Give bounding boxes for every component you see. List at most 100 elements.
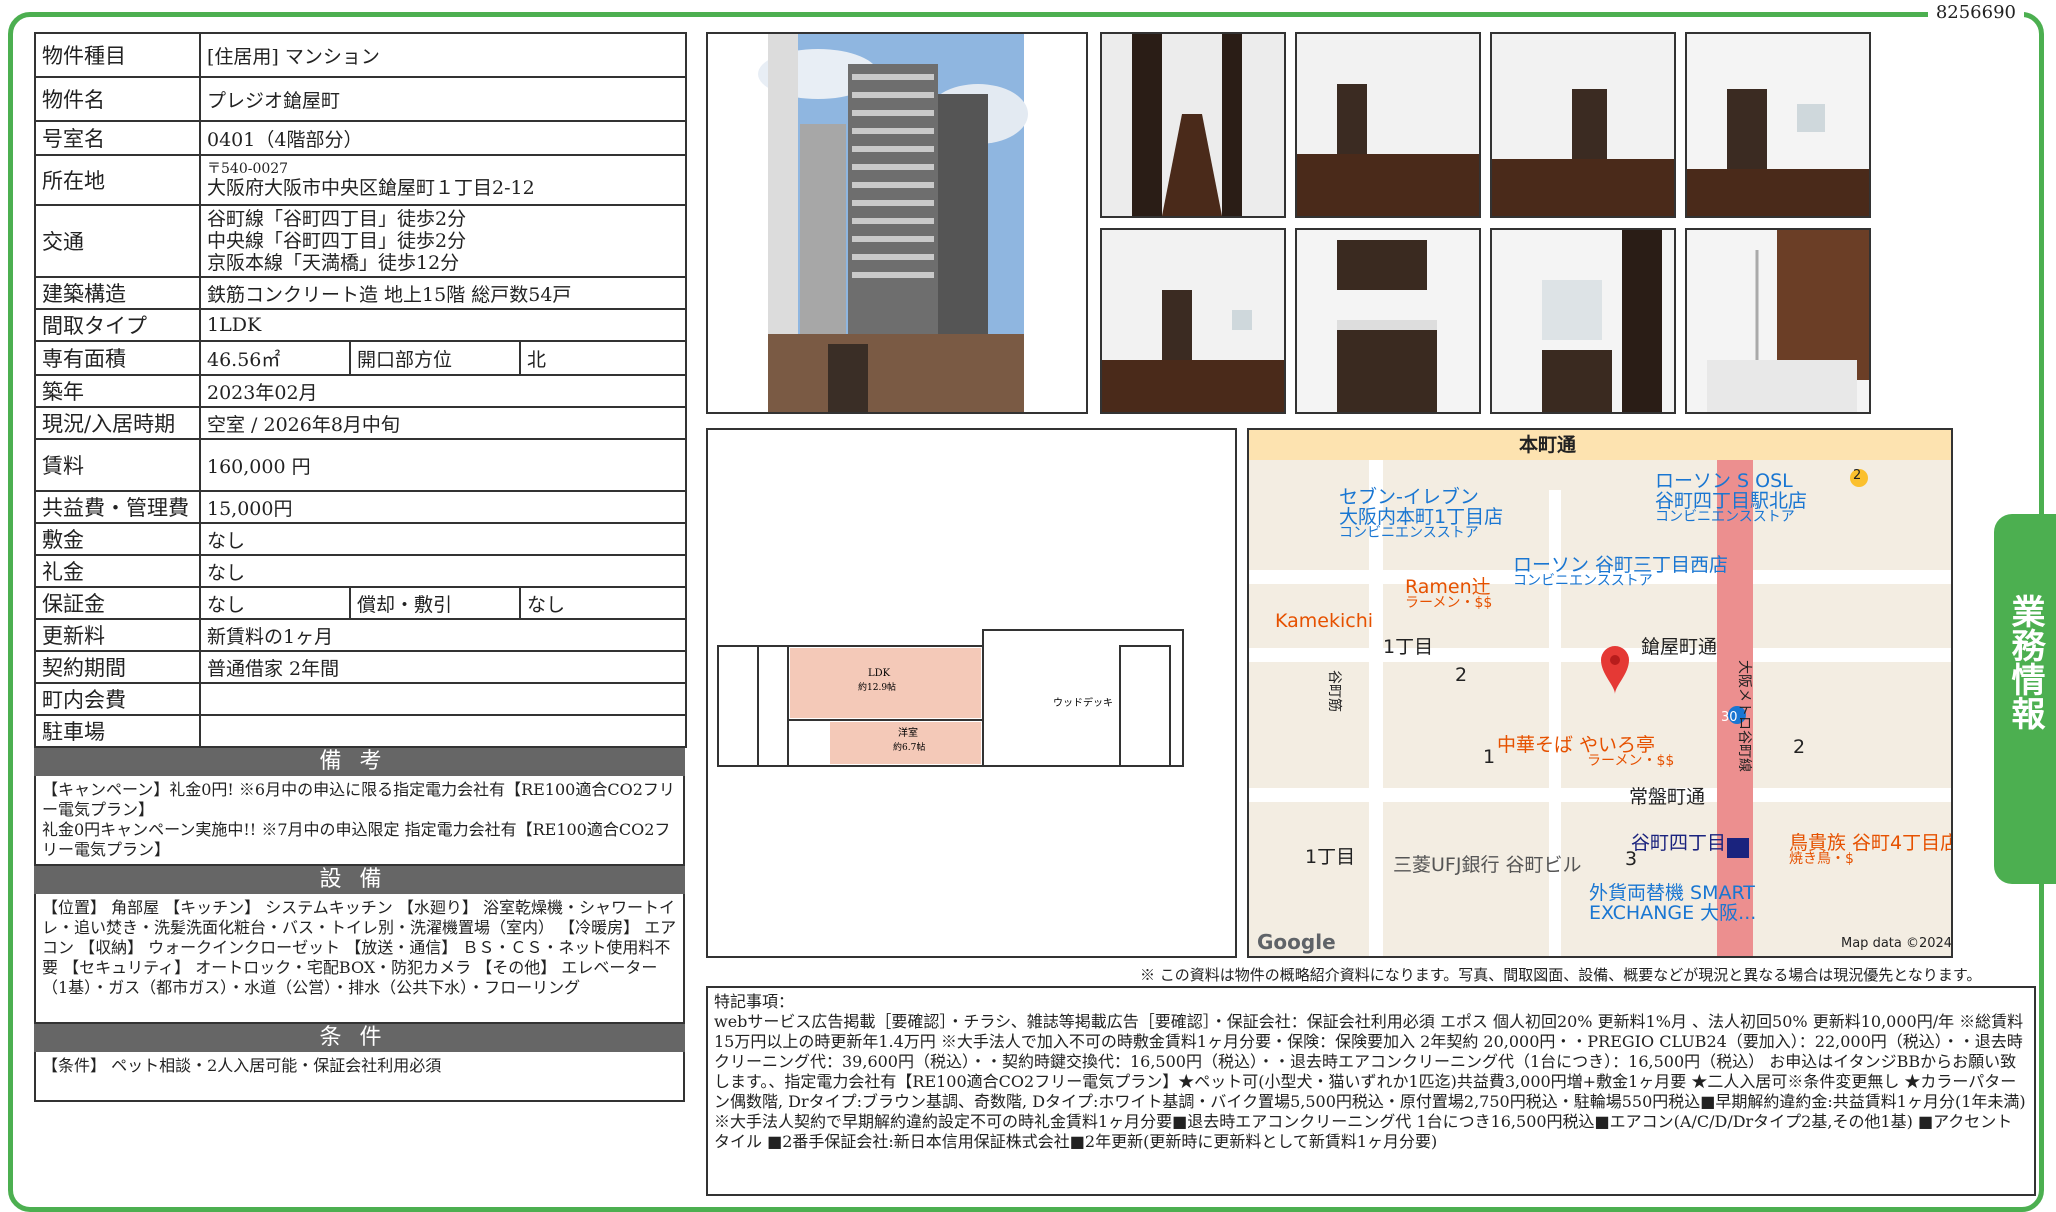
- remarks-heading: 備考: [34, 748, 685, 776]
- area-value: 46.56㎡: [199, 340, 351, 376]
- map-poi-torikizoku2: 焼き鳥・$: [1789, 851, 1854, 867]
- deposit-value: なし: [198, 522, 688, 556]
- direction-value: 北: [518, 340, 688, 376]
- renewal-label: 更新料: [34, 618, 201, 652]
- interior-photo: [1100, 32, 1286, 218]
- washroom-photo: [1490, 228, 1676, 414]
- structure-value: 鉄筋コンクリート造 地上15階 総戸数54戸: [198, 276, 688, 310]
- bathroom-photo: [1685, 228, 1871, 414]
- spec-panel: 物件種目 [住居用] マンション 物件名 プレジオ鎗屋町 号室名 0401（4階…: [34, 32, 688, 1102]
- map-label-block1: 1: [1483, 746, 1496, 768]
- floor-ldk-size: 約12.9帖: [858, 681, 896, 693]
- map-poi-seven3: コンビニエンスストア: [1339, 525, 1479, 541]
- map-google-logo: Google: [1257, 930, 1336, 954]
- rent-value: 160,000 円: [198, 438, 688, 492]
- map-label-block3: 3: [1625, 848, 1638, 870]
- equipment-heading: 設備: [34, 866, 685, 894]
- fee-label: 共益費・管理費: [34, 490, 201, 524]
- remarks-line: 礼金0円キャンペーン実施中!! ※7月中の申込限定 指定電力会社有【RE100適…: [42, 820, 671, 859]
- kitchen-photo: [1295, 228, 1481, 414]
- conditions-body: 【条件】 ペット相談・2人入居可能・保証会社利用必須: [34, 1052, 685, 1102]
- map-label-yariya: 鎗屋町通: [1641, 636, 1718, 658]
- special-notes-text: webサービス広告掲載［要確認］・チラシ、雑誌等掲載広告［要確認］・保証会社：保…: [714, 1012, 2026, 1151]
- fee-value: 15,000円: [198, 490, 688, 524]
- amort-label: 償却・敷引: [349, 586, 521, 620]
- renewal-value: 新賃料の1ヶ月: [198, 618, 688, 652]
- parking-value: [198, 714, 688, 748]
- special-notes: 特記事項： webサービス広告掲載［要確認］・チラシ、雑誌等掲載広告［要確認］・…: [706, 986, 2036, 1196]
- map-poi-kamekichi: Kamekichi: [1275, 610, 1374, 632]
- keymoney-label: 礼金: [34, 554, 201, 588]
- business-info-tab[interactable]: 業務情報: [1994, 514, 2056, 884]
- address-zip: 〒540-0027: [207, 161, 289, 177]
- map-route-2: 2: [1853, 468, 1862, 483]
- floor-deck-label: ウッドデッキ: [1053, 696, 1113, 709]
- map-poi-lawson1c: コンビニエンスストア: [1655, 509, 1795, 525]
- document-id: 8256690: [1927, 2, 2024, 23]
- built-value: 2023年02月: [198, 374, 688, 408]
- name-value: プレジオ鎗屋町: [198, 76, 688, 122]
- name-label: 物件名: [34, 76, 201, 122]
- guarantee-label: 保証金: [34, 586, 201, 620]
- spec-table: 物件種目 [住居用] マンション 物件名 プレジオ鎗屋町 号室名 0401（4階…: [34, 32, 688, 748]
- access-line: 中央線「谷町四丁目」徒歩2分: [207, 230, 467, 252]
- map-street-vertical: 大阪メトロ谷町線: [1736, 660, 1752, 772]
- status-label: 現況/入居時期: [34, 406, 201, 440]
- type-label: 物件種目: [34, 32, 201, 78]
- building-photo: [706, 32, 1088, 414]
- map-poi-lawson2b: コンビニエンスストア: [1513, 573, 1653, 589]
- room-value: 0401（4階部分）: [198, 120, 688, 156]
- floor-plan: LDK 約12.9帖 洋室 約6.7帖 ウッドデッキ: [706, 428, 1237, 958]
- map-poi-ramen2: ラーメン・$$: [1405, 595, 1493, 611]
- remarks-line: 【キャンペーン】礼金0円! ※6月中の申込に限る指定電力会社有【RE100適合C…: [42, 780, 675, 819]
- community-label: 町内会費: [34, 682, 201, 716]
- interior-photo: [1295, 32, 1481, 218]
- rent-label: 賃料: [34, 438, 201, 492]
- access-line: 谷町線「谷町四丁目」徒歩2分: [207, 208, 467, 230]
- interior-photo: [1490, 32, 1676, 218]
- map-street-top: 本町通: [1519, 434, 1577, 456]
- map-label-chome1: 1丁目: [1383, 636, 1434, 658]
- area-label: 専有面積: [34, 340, 201, 376]
- address-label: 所在地: [34, 154, 201, 206]
- floor-western-label: 洋室: [898, 726, 918, 739]
- parking-label: 駐車場: [34, 714, 201, 748]
- keymoney-value: なし: [198, 554, 688, 588]
- built-label: 築年: [34, 374, 201, 408]
- map-poi-exchange2: EXCHANGE 大阪...: [1589, 902, 1757, 924]
- map-poi-chuka2: ラーメン・$$: [1587, 753, 1675, 769]
- map-label-block2: 2: [1455, 664, 1468, 686]
- amort-value: なし: [518, 586, 688, 620]
- map-label-jobanmachi: 常盤町通: [1629, 786, 1706, 808]
- layout-value: 1LDK: [198, 308, 688, 342]
- map-station-tanimachi4: 谷町四丁目: [1631, 832, 1727, 854]
- special-notes-title: 特記事項：: [714, 992, 795, 1011]
- type-value: [住居用] マンション: [198, 32, 688, 78]
- structure-label: 建築構造: [34, 276, 201, 310]
- map-poi-mufg: 三菱UFJ銀行 谷町ビル: [1393, 854, 1582, 876]
- contract-label: 契約期間: [34, 650, 201, 684]
- interior-photo: [1685, 32, 1871, 218]
- disclaimer-note: ※ この資料は物件の概略紹介資料になります。写真、間取図面、設備、概要などが現況…: [1140, 966, 1982, 984]
- layout-label: 間取タイプ: [34, 308, 201, 342]
- floor-western-size: 約6.7帖: [893, 741, 925, 753]
- status-value: 空室 / 2026年8月中旬: [198, 406, 688, 440]
- remarks-body: 【キャンペーン】礼金0円! ※6月中の申込に限る指定電力会社有【RE100適合C…: [34, 776, 685, 866]
- map-copyright: Map data ©2024: [1841, 936, 1953, 951]
- location-map[interactable]: 本町通 ローソン S OSL 谷町四丁目駅北店 コンビニエンスストア セブン-イ…: [1247, 428, 1953, 958]
- map-label-chome1b: 1丁目: [1305, 846, 1356, 868]
- business-info-tab-label: 業務情報: [2005, 594, 2045, 730]
- access-label: 交通: [34, 204, 201, 278]
- contract-value: 普通借家 2年間: [198, 650, 688, 684]
- interior-photo: [1100, 228, 1286, 414]
- community-value: [198, 682, 688, 716]
- room-label: 号室名: [34, 120, 201, 156]
- direction-label: 開口部方位: [349, 340, 521, 376]
- address-value: 大阪府大阪市中央区鎗屋町１丁目2-12: [207, 177, 535, 199]
- deposit-label: 敷金: [34, 522, 201, 556]
- equipment-body: 【位置】 角部屋 【キッチン】 システムキッチン 【水廻り】 浴室乾燥機・シャワ…: [34, 894, 685, 1024]
- conditions-heading: 条件: [34, 1024, 685, 1052]
- floor-ldk-label: LDK: [868, 668, 891, 679]
- map-label-block2b: 2: [1793, 736, 1806, 758]
- map-street-vertical2: 谷町筋: [1326, 670, 1342, 712]
